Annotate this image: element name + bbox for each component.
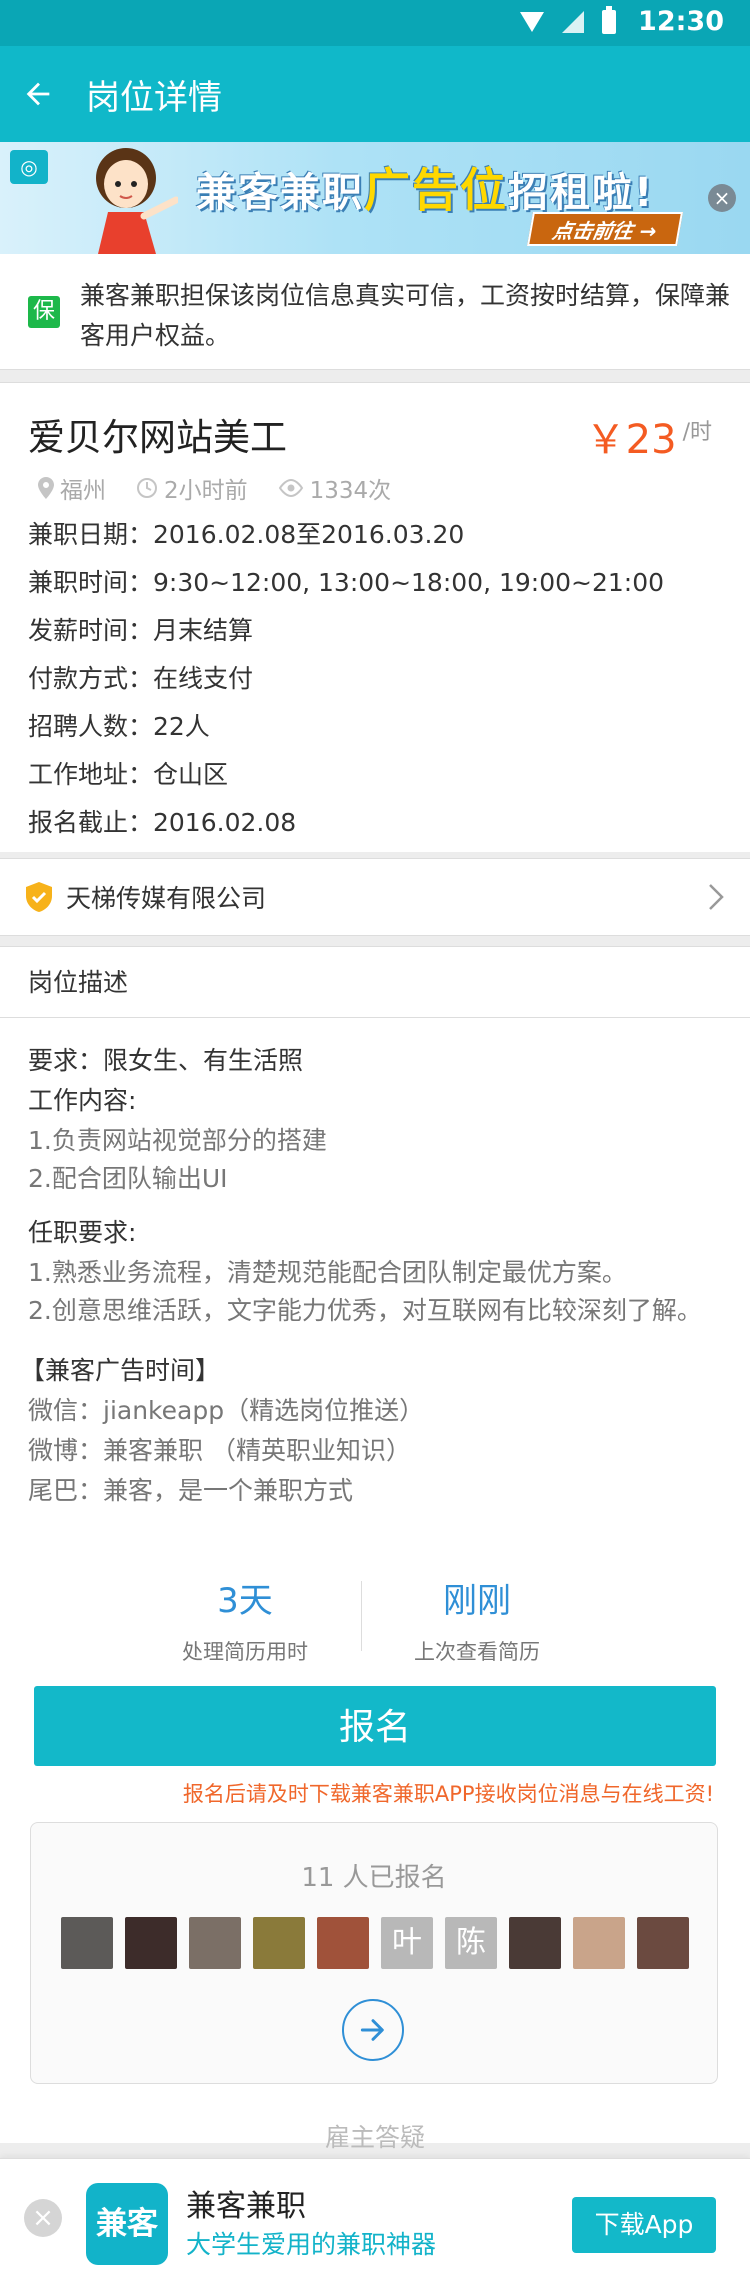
ad-line-tail: 尾巴：兼客，是一个兼职方式: [28, 1476, 354, 1505]
guarantee-badge: 保: [28, 296, 60, 328]
job-address-row: 工作地址：仓山区: [28, 760, 229, 789]
applicant-count: 11 人已报名: [301, 1863, 447, 1893]
eye-icon: [278, 479, 303, 497]
applicant-avatars: 叶陈: [61, 1917, 689, 1969]
app-name: 兼客兼职: [186, 2189, 306, 2224]
requirement-text: 要求：限女生、有生活照: [28, 1046, 304, 1075]
job-payday-row: 发薪时间：月末结算: [28, 616, 254, 645]
cartoon-girl-illustration: [96, 148, 178, 254]
job-date-row: 兼职日期：2016.02.08至2016.03.20: [28, 520, 465, 549]
job-payment-row: 付款方式：在线支付: [28, 664, 254, 693]
chevron-right-icon: [709, 884, 724, 910]
arrow-left-icon: [26, 82, 50, 106]
content-line-2: 2.配合团队输出UI: [28, 1164, 228, 1193]
ad-line-weibo: 微博：兼客兼职 （精英职业知识）: [28, 1436, 411, 1465]
status-time: 12:30: [638, 6, 724, 37]
download-app-bar: × 兼客 兼客兼职 大学生爱用的兼职神器 下载App: [0, 2158, 750, 2277]
status-bar: 12:30: [0, 0, 750, 46]
applicant-avatar[interactable]: 陈: [445, 1917, 497, 1969]
close-download-bar-icon[interactable]: ×: [24, 2199, 62, 2237]
guarantee-text: 兼客兼职担保该岗位信息真实可信，工资按时结算，保障兼客用户权益。: [80, 281, 731, 350]
arrow-right-icon: [360, 2019, 384, 2041]
close-ad-icon[interactable]: ×: [708, 184, 736, 212]
verified-shield-icon: [26, 882, 52, 912]
applicant-avatar[interactable]: [125, 1917, 177, 1969]
job-description-heading: 岗位描述: [0, 946, 750, 1018]
guarantee-notice: 保 兼客兼职担保该岗位信息真实可信，工资按时结算，保障兼客用户权益。: [0, 254, 750, 370]
signal-icon: [562, 10, 585, 33]
duty-title: 任职要求:: [28, 1218, 137, 1247]
job-view-count: 1334次: [278, 471, 391, 505]
resume-stats: 3天 处理简历用时 刚刚 上次查看简历: [110, 1555, 640, 1665]
job-posted-time: 2小时前: [136, 471, 248, 505]
job-salary: ￥23/时: [585, 417, 712, 463]
duty-line-1: 1.熟悉业务流程，清楚规范能配合团队制定最优方案。: [28, 1258, 627, 1287]
stats-divider: [361, 1581, 362, 1651]
job-deadline-row: 报名截止：2016.02.08: [28, 808, 297, 837]
more-applicants-button[interactable]: [342, 1999, 404, 2061]
app-logo: 兼客: [86, 2183, 168, 2265]
applicant-avatar[interactable]: [509, 1917, 561, 1969]
applicant-avatar[interactable]: [637, 1917, 689, 1969]
download-app-button[interactable]: 下载App: [572, 2197, 716, 2253]
ad-time-title: 【兼客广告时间】: [20, 1356, 221, 1385]
applicant-avatar[interactable]: [189, 1917, 241, 1969]
applicants-panel: 11 人已报名 叶陈: [30, 1822, 718, 2084]
job-hours-row: 兼职时间：9:30~12:00, 13:00~18:00, 19:00~21:0…: [28, 568, 664, 597]
ad-banner[interactable]: ◎ 兼客兼职广告位招租啦! 点击前往 → ×: [0, 142, 750, 254]
app-bar: 岗位详情: [0, 46, 750, 142]
job-headcount-row: 招聘人数：22人: [28, 712, 210, 741]
applicant-avatar[interactable]: [573, 1917, 625, 1969]
job-location: 福州: [38, 471, 106, 505]
page-title: 岗位详情: [86, 77, 222, 118]
job-info-card: 爱贝尔网站美工 ￥23/时 福州 2小时前 1334次 兼职日期：2016.02…: [0, 382, 750, 852]
applicant-avatar[interactable]: [61, 1917, 113, 1969]
job-meta: 福州 2小时前 1334次: [38, 471, 391, 505]
ad-headline: 兼客兼职广告位招租啦!: [196, 163, 655, 217]
clock-icon: [137, 478, 157, 498]
applicant-avatar[interactable]: [253, 1917, 305, 1969]
job-title: 爱贝尔网站美工: [28, 416, 287, 459]
wifi-icon: [520, 11, 545, 32]
ad-cta-button[interactable]: 点击前往 →: [527, 212, 683, 246]
speaker-icon: ◎: [10, 150, 48, 184]
company-name: 天梯传媒有限公司: [66, 884, 267, 913]
back-button[interactable]: [0, 46, 76, 142]
applicant-avatar[interactable]: [317, 1917, 369, 1969]
signup-tip: 报名后请及时下载兼客兼职APP接收岗位消息与在线工资!: [182, 1782, 714, 1806]
stat-processing-time: 3天 处理简历用时: [182, 1581, 308, 1664]
battery-icon: [602, 5, 617, 34]
qa-section-heading: 雇主答疑: [324, 2123, 425, 2152]
location-pin-icon: [38, 477, 54, 499]
app-slogan: 大学生爱用的兼职神器: [186, 2230, 437, 2259]
content-title: 工作内容:: [28, 1086, 137, 1115]
ad-line-wechat: 微信：jiankeapp（精选岗位推送）: [28, 1396, 425, 1425]
job-detail-rows: 兼职日期：2016.02.08至2016.03.20 兼职时间：9:30~12:…: [28, 511, 664, 847]
stat-last-viewed: 刚刚 上次查看简历: [414, 1581, 540, 1664]
duty-line-2: 2.创意思维活跃，文字能力优秀，对互联网有比较深刻了解。: [28, 1296, 702, 1325]
content-line-1: 1.负责网站视觉部分的搭建: [28, 1126, 327, 1155]
applicant-avatar[interactable]: 叶: [381, 1917, 433, 1969]
signup-button[interactable]: 报名: [34, 1686, 716, 1766]
company-row[interactable]: 天梯传媒有限公司: [0, 858, 750, 936]
